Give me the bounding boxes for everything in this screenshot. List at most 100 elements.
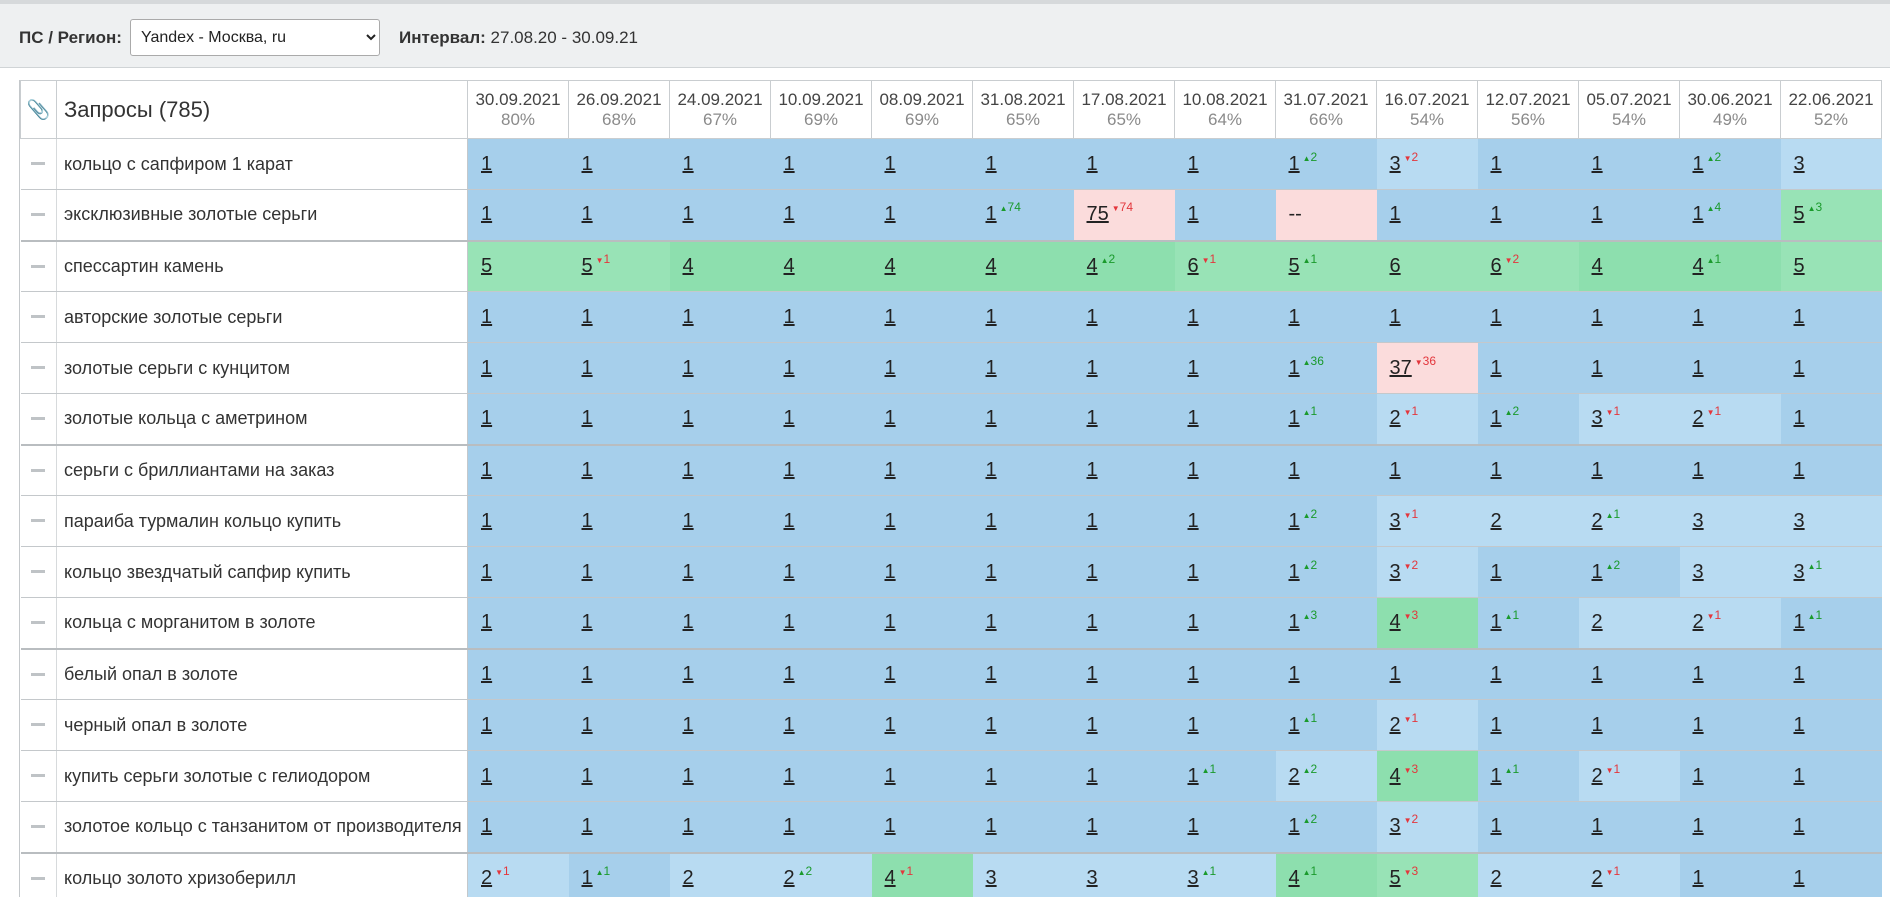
position-value[interactable]: 2 [1592, 867, 1603, 889]
attachment-header[interactable]: 📎 [20, 80, 57, 139]
position-value[interactable]: 1 [986, 357, 997, 379]
position-value[interactable]: 1 [1491, 714, 1502, 736]
position-value[interactable]: 1 [1491, 611, 1502, 633]
position-value[interactable]: 1 [481, 306, 492, 328]
position-value[interactable]: 1 [885, 714, 896, 736]
position-value[interactable]: 5 [1794, 255, 1805, 277]
position-value[interactable]: 2 [1592, 510, 1603, 532]
position-value[interactable]: 1 [481, 459, 492, 481]
position-value[interactable]: 1 [683, 459, 694, 481]
position-value[interactable]: 1 [582, 765, 593, 787]
position-value[interactable]: 3 [1390, 153, 1401, 175]
date-column-header[interactable]: 24.09.2021 67% [669, 80, 771, 139]
position-value[interactable]: 1 [582, 611, 593, 633]
position-value[interactable]: 1 [1289, 357, 1300, 379]
position-value[interactable]: 1 [986, 459, 997, 481]
position-value[interactable]: 1 [1491, 459, 1502, 481]
position-value[interactable]: 1 [1491, 407, 1502, 429]
position-value[interactable]: 1 [986, 815, 997, 837]
position-value[interactable]: 1 [986, 714, 997, 736]
position-value[interactable]: 1 [481, 203, 492, 225]
collapse-row-button[interactable] [20, 444, 57, 496]
position-value[interactable]: 1 [784, 714, 795, 736]
position-value[interactable]: 4 [784, 255, 795, 277]
position-value[interactable]: 1 [683, 357, 694, 379]
position-value[interactable]: 1 [1087, 611, 1098, 633]
collapse-row-button[interactable] [20, 342, 57, 394]
position-value[interactable]: 1 [683, 611, 694, 633]
position-value[interactable]: 1 [481, 357, 492, 379]
position-value[interactable]: 1 [885, 306, 896, 328]
position-value[interactable]: 3 [1693, 561, 1704, 583]
position-value[interactable]: 1 [1087, 153, 1098, 175]
position-value[interactable]: 3 [1693, 510, 1704, 532]
position-value[interactable]: 1 [1188, 203, 1199, 225]
position-value[interactable]: 1 [986, 407, 997, 429]
position-value[interactable]: 6 [1491, 255, 1502, 277]
position-value[interactable]: 1 [1592, 714, 1603, 736]
queries-header[interactable]: Запросы (785) [56, 80, 468, 139]
position-value[interactable]: 3 [1390, 510, 1401, 532]
date-column-header[interactable]: 30.06.2021 49% [1679, 80, 1781, 139]
date-column-header[interactable]: 10.08.2021 64% [1174, 80, 1276, 139]
date-column-header[interactable]: 05.07.2021 54% [1578, 80, 1680, 139]
position-value[interactable]: 1 [1693, 459, 1704, 481]
position-value[interactable]: 1 [1390, 663, 1401, 685]
date-column-header[interactable]: 30.09.2021 80% [467, 80, 569, 139]
position-value[interactable]: 1 [784, 510, 795, 532]
collapse-row-button[interactable] [20, 138, 57, 190]
position-value[interactable]: 4 [986, 255, 997, 277]
position-value[interactable]: 1 [481, 765, 492, 787]
position-value[interactable]: 1 [784, 306, 795, 328]
position-value[interactable]: 1 [481, 510, 492, 532]
position-value[interactable]: 3 [1087, 867, 1098, 889]
position-value[interactable]: 1 [1087, 407, 1098, 429]
position-value[interactable]: 2 [1390, 407, 1401, 429]
date-column-header[interactable]: 12.07.2021 56% [1477, 80, 1579, 139]
position-value[interactable]: 1 [1794, 357, 1805, 379]
position-value[interactable]: 1 [1390, 459, 1401, 481]
position-value[interactable]: 3 [1390, 561, 1401, 583]
position-value[interactable]: 1 [1491, 561, 1502, 583]
position-value[interactable]: 1 [1693, 765, 1704, 787]
date-column-header[interactable]: 10.09.2021 69% [770, 80, 872, 139]
position-value[interactable]: 3 [1390, 815, 1401, 837]
position-value[interactable]: 1 [1188, 714, 1199, 736]
position-value[interactable]: 75 [1087, 203, 1109, 225]
position-value[interactable]: 1 [1087, 459, 1098, 481]
position-value[interactable]: 4 [885, 867, 896, 889]
position-value[interactable]: 2 [683, 867, 694, 889]
position-value[interactable]: 1 [1087, 306, 1098, 328]
position-value[interactable]: 1 [1491, 357, 1502, 379]
position-value[interactable]: 1 [784, 203, 795, 225]
position-value[interactable]: 5 [1794, 203, 1805, 225]
position-value[interactable]: 37 [1390, 357, 1412, 379]
position-value[interactable]: 1 [582, 663, 593, 685]
position-value[interactable]: 1 [1693, 867, 1704, 889]
position-value[interactable]: 2 [1592, 611, 1603, 633]
position-value[interactable]: 1 [784, 611, 795, 633]
position-value[interactable]: 1 [1693, 153, 1704, 175]
position-value[interactable]: 1 [1491, 306, 1502, 328]
position-value[interactable]: 6 [1390, 255, 1401, 277]
position-value[interactable]: 1 [885, 765, 896, 787]
position-value[interactable]: 4 [1087, 255, 1098, 277]
position-value[interactable]: 1 [1794, 663, 1805, 685]
position-value[interactable]: 3 [1794, 510, 1805, 532]
position-value[interactable]: 1 [1491, 203, 1502, 225]
position-value[interactable]: 1 [986, 510, 997, 532]
position-value[interactable]: 1 [1188, 815, 1199, 837]
position-value[interactable]: 1 [784, 407, 795, 429]
position-value[interactable]: 1 [784, 153, 795, 175]
position-value[interactable]: 1 [1491, 153, 1502, 175]
position-value[interactable]: 1 [582, 714, 593, 736]
position-value[interactable]: 1 [986, 561, 997, 583]
position-value[interactable]: 1 [1289, 663, 1300, 685]
position-value[interactable]: 1 [1087, 357, 1098, 379]
position-value[interactable]: 1 [683, 407, 694, 429]
position-value[interactable]: 1 [683, 815, 694, 837]
position-value[interactable]: 1 [1592, 815, 1603, 837]
position-value[interactable]: 4 [1390, 765, 1401, 787]
position-value[interactable]: 1 [1289, 459, 1300, 481]
position-value[interactable]: 1 [1693, 203, 1704, 225]
